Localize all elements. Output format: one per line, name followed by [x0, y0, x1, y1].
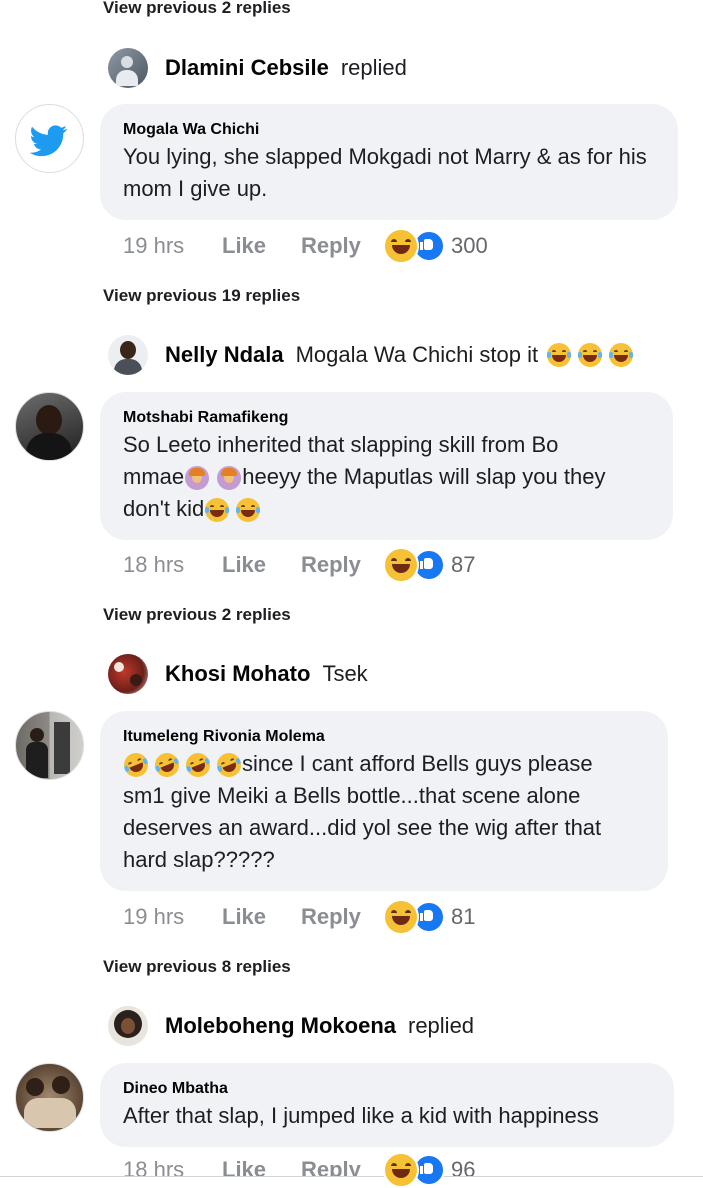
view-previous-replies-link[interactable]: View previous 2 replies: [103, 605, 291, 625]
haha-reaction-icon: [383, 547, 419, 583]
reaction-count: 87: [451, 552, 476, 577]
comment-actions: 19 hrs Like Reply 300: [123, 228, 488, 264]
comment-text: since I cant afford Bells guys please sm…: [120, 748, 646, 876]
reply-summary-text: replied: [408, 1013, 475, 1038]
reaction-summary[interactable]: 87: [383, 547, 475, 583]
like-button[interactable]: Like: [222, 552, 301, 578]
laughing-emoji-icon: [205, 498, 230, 523]
woman-gesturing-emoji-icon: [217, 466, 242, 491]
comment-timestamp[interactable]: 19 hrs: [123, 233, 222, 259]
comment-text-line: So Leeto inherited that slapping skill f…: [123, 432, 559, 457]
comment-text: You lying, she slapped Mokgadi not Marry…: [123, 144, 647, 201]
comment-text: After that slap, I jumped like a kid wit…: [123, 1103, 599, 1128]
avatar[interactable]: [108, 1006, 148, 1046]
laughing-emoji-icon: [578, 343, 603, 367]
comment-timestamp[interactable]: 19 hrs: [123, 904, 222, 930]
reply-summary-row[interactable]: Dlamini Cebsile replied: [108, 46, 407, 90]
comment-text-fragment: heeyy the Maputlas will slap you they: [242, 464, 606, 489]
comment-text-fragment: don't kid: [123, 496, 205, 521]
reply-summary-text: Tsek: [322, 661, 368, 686]
reply-author-name[interactable]: Nelly Ndala: [165, 342, 284, 368]
woman-gesturing-emoji-icon: [185, 466, 210, 491]
reply-button[interactable]: Reply: [301, 552, 383, 578]
twitter-bird-icon: [29, 125, 68, 157]
view-previous-replies-link[interactable]: View previous 19 replies: [103, 286, 300, 306]
rolling-laughing-emoji-icon: [120, 749, 152, 781]
comment-bubble[interactable]: Mogala Wa Chichi You lying, she slapped …: [100, 104, 678, 220]
reply-summary-row[interactable]: Khosi Mohato Tsek: [108, 652, 368, 696]
comment-bubble[interactable]: Motshabi Ramafikeng So Leeto inherited t…: [100, 392, 673, 540]
view-previous-replies-link[interactable]: View previous 8 replies: [103, 957, 291, 977]
reply-summary-row[interactable]: Moleboheng Mokoena replied: [108, 1004, 474, 1048]
avatar[interactable]: [108, 48, 148, 88]
reply-summary-row[interactable]: Nelly Ndala Mogala Wa Chichi stop it: [108, 333, 634, 377]
reaction-count: 300: [451, 233, 488, 258]
comment-text-fragment: since I cant afford Bells guys please: [242, 751, 593, 776]
comment-author[interactable]: Mogala Wa Chichi: [123, 120, 656, 140]
like-button[interactable]: Like: [222, 904, 301, 930]
comment-text-line: mmae heeyy the Maputlas will slap you th…: [123, 461, 651, 493]
laughing-emoji-icon: [547, 343, 572, 367]
haha-reaction-icon: [383, 228, 419, 264]
avatar[interactable]: [15, 711, 84, 780]
reply-author-name[interactable]: Moleboheng Mokoena: [165, 1013, 396, 1039]
view-previous-replies-link[interactable]: View previous 2 replies: [103, 0, 291, 18]
rolling-laughing-emoji-icon: [151, 749, 183, 781]
avatar[interactable]: [15, 104, 84, 173]
rolling-laughing-emoji-icon: [182, 749, 214, 781]
comment-text: So Leeto inherited that slapping skill f…: [123, 429, 651, 525]
laughing-emoji-icon: [236, 498, 261, 523]
avatar[interactable]: [15, 392, 84, 461]
comment-actions: 18 hrs Like Reply 87: [123, 547, 475, 583]
comment-author[interactable]: Itumeleng Rivonia Molema: [123, 727, 646, 747]
like-button[interactable]: Like: [222, 233, 301, 259]
reaction-summary[interactable]: 300: [383, 228, 488, 264]
comment-author[interactable]: Dineo Mbatha: [123, 1079, 652, 1099]
reply-summary-text-value: Mogala Wa Chichi stop it: [295, 342, 539, 367]
avatar[interactable]: [108, 654, 148, 694]
haha-reaction-icon: [383, 899, 419, 935]
rolling-laughing-emoji-icon: [213, 749, 245, 781]
comment-text-line: sm1 give Meiki a Bells bottle...that sce…: [123, 783, 602, 872]
reply-author-name[interactable]: Khosi Mohato: [165, 661, 310, 687]
comment-text-line: don't kid: [123, 493, 651, 525]
reply-button[interactable]: Reply: [301, 904, 383, 930]
comment-bubble[interactable]: Itumeleng Rivonia Molema since I cant af…: [100, 711, 668, 891]
comment-actions: 19 hrs Like Reply 81: [123, 899, 475, 935]
reply-summary-text: replied: [340, 55, 407, 80]
comment-bubble[interactable]: Dineo Mbatha After that slap, I jumped l…: [100, 1063, 674, 1147]
laughing-emoji-icon: [609, 343, 634, 367]
reaction-count: 81: [451, 904, 476, 929]
comment-author[interactable]: Motshabi Ramafikeng: [123, 408, 651, 428]
reply-button[interactable]: Reply: [301, 233, 383, 259]
reaction-summary[interactable]: 81: [383, 899, 475, 935]
avatar[interactable]: [108, 335, 148, 375]
comment-text-line: since I cant afford Bells guys please: [120, 748, 646, 781]
comment-timestamp[interactable]: 18 hrs: [123, 552, 222, 578]
reply-author-name[interactable]: Dlamini Cebsile: [165, 55, 329, 81]
reply-summary-text: Mogala Wa Chichi stop it: [296, 342, 635, 368]
comment-text-fragment: mmae: [123, 464, 185, 489]
avatar[interactable]: [15, 1063, 84, 1132]
